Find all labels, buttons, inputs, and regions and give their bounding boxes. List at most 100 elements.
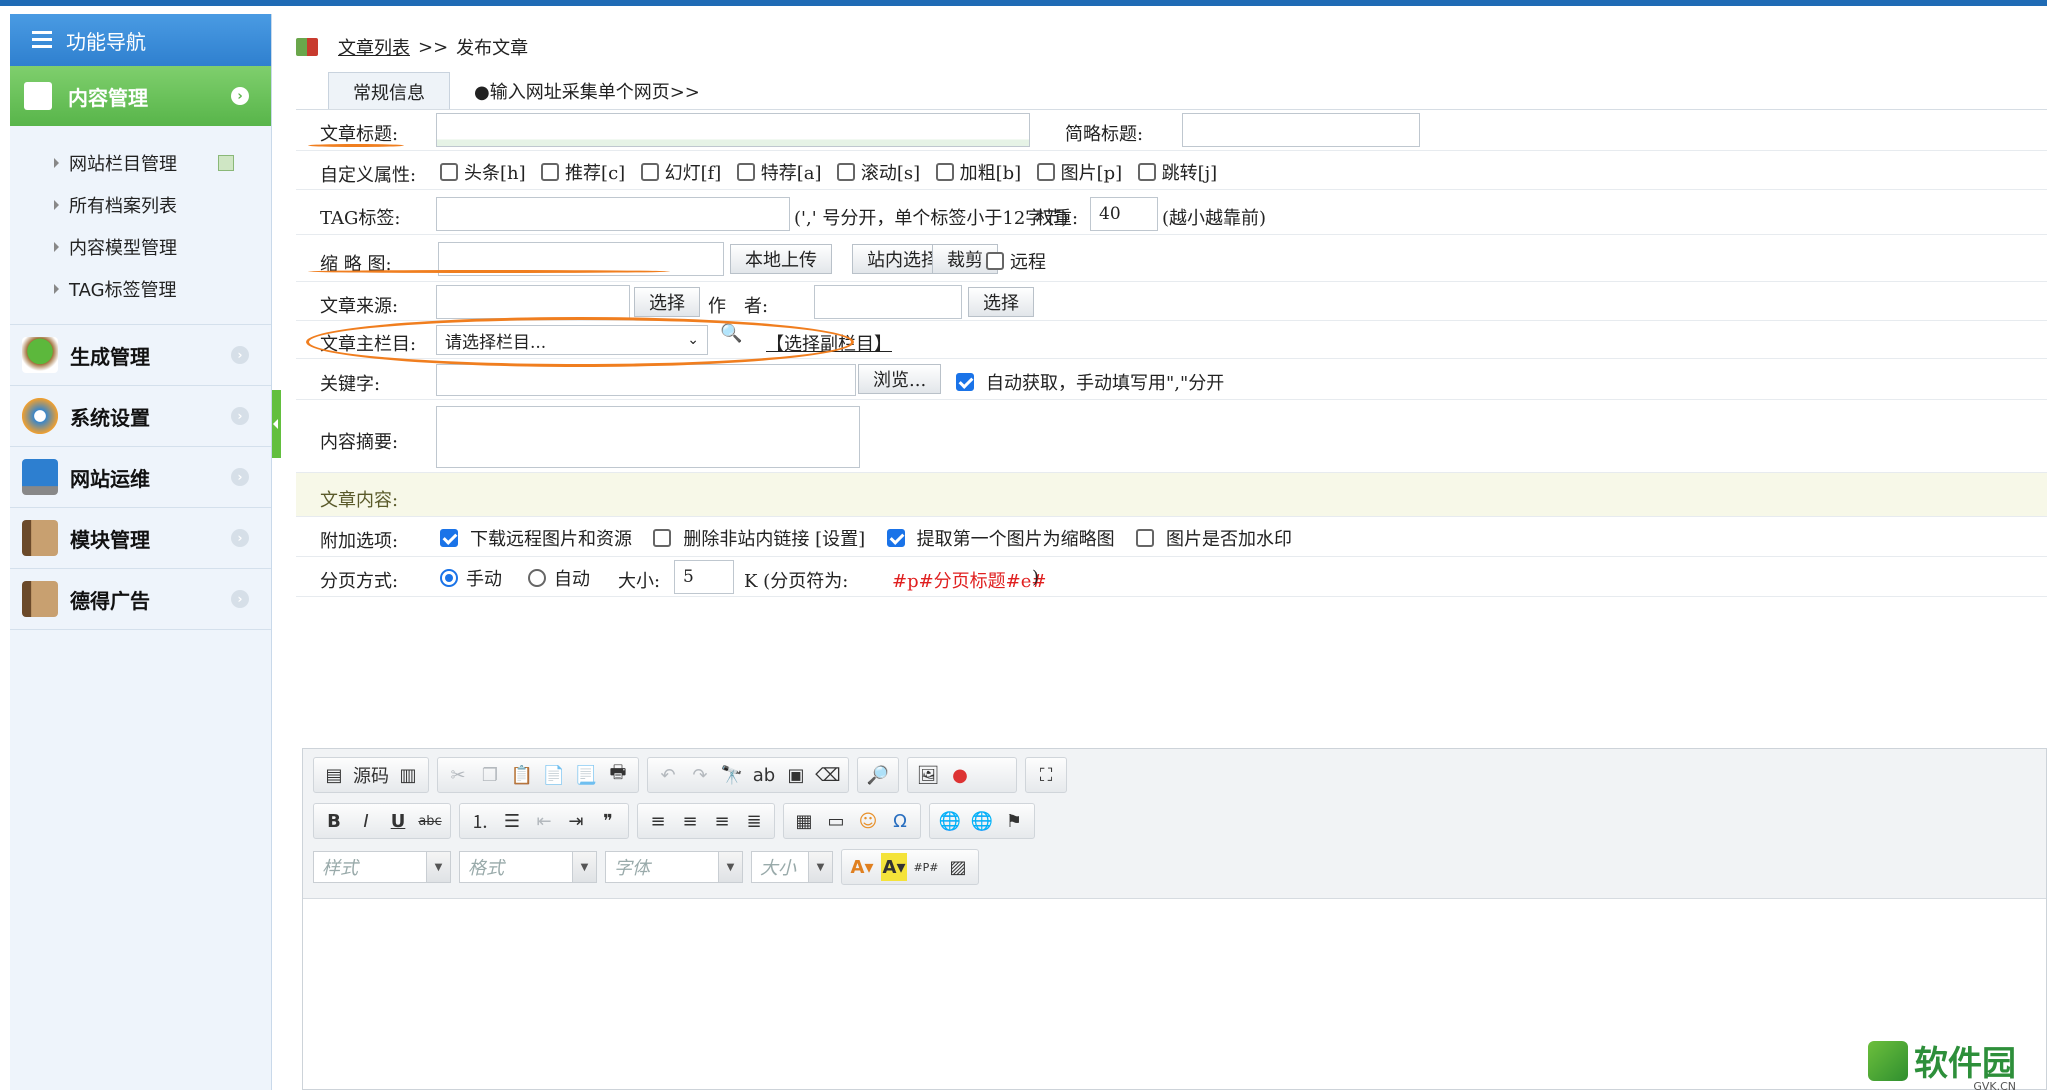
- summary-textarea[interactable]: [436, 406, 860, 468]
- image-icon[interactable]: 🖼: [915, 761, 941, 789]
- find-icon[interactable]: 🔭: [719, 761, 745, 789]
- sidebar-sub-item-tags[interactable]: TAG标签管理: [54, 268, 271, 310]
- strikethrough-icon[interactable]: abc: [417, 807, 443, 835]
- checkbox[interactable]: [640, 163, 659, 181]
- breadcrumb-link-article-list[interactable]: 文章列表: [338, 34, 410, 60]
- unordered-list-icon[interactable]: ☰: [499, 807, 525, 835]
- omega-icon[interactable]: Ω: [887, 807, 913, 835]
- bg-color-icon[interactable]: A▾: [881, 853, 907, 881]
- sidebar-item-settings[interactable]: 系统设置 ›: [10, 386, 271, 447]
- extra-remove-links[interactable]: 删除非站内链接 [设置]: [653, 525, 865, 551]
- attr-checkbox-h[interactable]: 头条[h]: [440, 159, 526, 185]
- checkbox[interactable]: [653, 529, 672, 547]
- title-input[interactable]: [436, 113, 1030, 147]
- undo-icon[interactable]: ↶: [655, 761, 681, 789]
- paste-icon[interactable]: 📋: [509, 761, 535, 789]
- bold-icon[interactable]: B: [321, 807, 347, 835]
- sidebar-sub-item-models[interactable]: 内容模型管理: [54, 226, 271, 268]
- auto-fetch-checkbox[interactable]: 自动获取，手动填写用","分开: [956, 369, 1224, 395]
- tab-collect-url[interactable]: ●输入网址采集单个网页>>: [450, 72, 724, 110]
- style-combo[interactable]: 样式 ▼: [313, 851, 451, 883]
- replace-icon[interactable]: ab: [751, 761, 777, 789]
- attr-checkbox-j[interactable]: 跳转[j]: [1137, 159, 1217, 185]
- sidebar-collapse-handle[interactable]: [272, 390, 281, 458]
- maximize-icon[interactable]: ⛶: [1033, 761, 1059, 789]
- checkbox[interactable]: [836, 163, 855, 181]
- attr-checkbox-p[interactable]: 图片[p]: [1036, 159, 1122, 185]
- source-button[interactable]: 源码: [353, 761, 389, 789]
- size-combo[interactable]: 大小 ▼: [751, 851, 833, 883]
- paste-word-icon[interactable]: 📃: [573, 761, 599, 789]
- ordered-list-icon[interactable]: ⒈: [467, 807, 493, 835]
- checkbox[interactable]: [1136, 529, 1154, 547]
- keywords-input[interactable]: [436, 364, 856, 396]
- unlink-icon[interactable]: 🌐: [969, 807, 995, 835]
- text-color-icon[interactable]: A▾: [849, 853, 875, 881]
- blockquote-icon[interactable]: ❞: [595, 807, 621, 835]
- attr-checkbox-c[interactable]: 推荐[c]: [541, 159, 625, 185]
- redo-icon[interactable]: ↷: [687, 761, 713, 789]
- attr-checkbox-s[interactable]: 滚动[s]: [836, 159, 920, 185]
- preview-icon[interactable]: 🔎: [865, 761, 891, 789]
- remote-checkbox[interactable]: 远程: [986, 248, 1046, 274]
- horizontal-rule-icon[interactable]: ▭: [823, 807, 849, 835]
- checkbox[interactable]: [1036, 163, 1055, 181]
- checkbox[interactable]: [956, 373, 974, 391]
- italic-icon[interactable]: I: [353, 807, 379, 835]
- radio[interactable]: [440, 569, 458, 587]
- copy-icon[interactable]: ❐: [477, 761, 503, 789]
- extra-first-image-thumb[interactable]: 提取第一个图片为缩略图: [886, 525, 1115, 551]
- checkbox[interactable]: [736, 163, 755, 181]
- add-icon[interactable]: [218, 155, 234, 171]
- align-justify-icon[interactable]: ≣: [741, 807, 767, 835]
- cut-icon[interactable]: ✂: [445, 761, 471, 789]
- upload-button[interactable]: 本地上传: [730, 244, 832, 274]
- source-select-button[interactable]: 选择: [634, 287, 700, 317]
- table-icon[interactable]: ▦: [791, 807, 817, 835]
- radio[interactable]: [528, 569, 546, 587]
- flash-icon[interactable]: ●: [947, 761, 973, 789]
- author-input[interactable]: [814, 285, 962, 319]
- eraser-icon[interactable]: ⌫: [815, 761, 841, 789]
- checkbox[interactable]: [541, 163, 560, 181]
- font-combo[interactable]: 字体 ▼: [605, 851, 743, 883]
- attr-checkbox-a[interactable]: 特荐[a]: [736, 159, 822, 185]
- image-gallery-icon[interactable]: ▨: [945, 853, 971, 881]
- author-select-button[interactable]: 选择: [968, 287, 1034, 317]
- short-title-input[interactable]: [1182, 113, 1420, 147]
- align-center-icon[interactable]: ≡: [677, 807, 703, 835]
- align-right-icon[interactable]: ≡: [709, 807, 735, 835]
- select-all-icon[interactable]: ▣: [783, 761, 809, 789]
- checkbox[interactable]: [886, 529, 905, 547]
- paging-manual-radio[interactable]: 手动: [440, 565, 502, 591]
- size-input[interactable]: 5: [674, 560, 734, 594]
- indent-icon[interactable]: ⇥: [563, 807, 589, 835]
- checkbox[interactable]: [986, 252, 1004, 270]
- extra-download-remote[interactable]: 下载远程图片和资源: [440, 525, 632, 551]
- source-icon[interactable]: ▤: [321, 761, 347, 789]
- sidebar-item-content[interactable]: 内容管理 ›: [10, 66, 271, 126]
- attr-checkbox-b[interactable]: 加粗[b]: [935, 159, 1021, 185]
- sidebar-sub-item-archives[interactable]: 所有档案列表: [54, 184, 271, 226]
- page-break-icon[interactable]: #P#: [913, 853, 939, 881]
- checkbox[interactable]: [440, 529, 458, 547]
- outdent-icon[interactable]: ⇤: [531, 807, 557, 835]
- checkbox[interactable]: [935, 163, 954, 181]
- extra-watermark[interactable]: 图片是否加水印: [1136, 525, 1292, 551]
- sidebar-sub-item-columns[interactable]: 网站栏目管理: [54, 142, 271, 184]
- source-input[interactable]: [436, 285, 630, 319]
- tab-general[interactable]: 常规信息: [328, 72, 450, 110]
- tag-input[interactable]: [436, 197, 790, 231]
- browse-button[interactable]: 浏览...: [858, 364, 942, 394]
- paste-text-icon[interactable]: 📄: [541, 761, 567, 789]
- template-icon[interactable]: ▥: [395, 761, 421, 789]
- align-left-icon[interactable]: ≡: [645, 807, 671, 835]
- sidebar-item-ops[interactable]: 网站运维 ›: [10, 447, 271, 508]
- print-icon[interactable]: 🖶: [605, 761, 631, 789]
- attr-checkbox-f[interactable]: 幻灯[f]: [640, 159, 721, 185]
- anchor-flag-icon[interactable]: ⚑: [1001, 807, 1027, 835]
- format-combo[interactable]: 格式 ▼: [459, 851, 597, 883]
- underline-icon[interactable]: U: [385, 807, 411, 835]
- checkbox[interactable]: [1137, 163, 1156, 181]
- sidebar-item-generate[interactable]: 生成管理 ›: [10, 325, 271, 386]
